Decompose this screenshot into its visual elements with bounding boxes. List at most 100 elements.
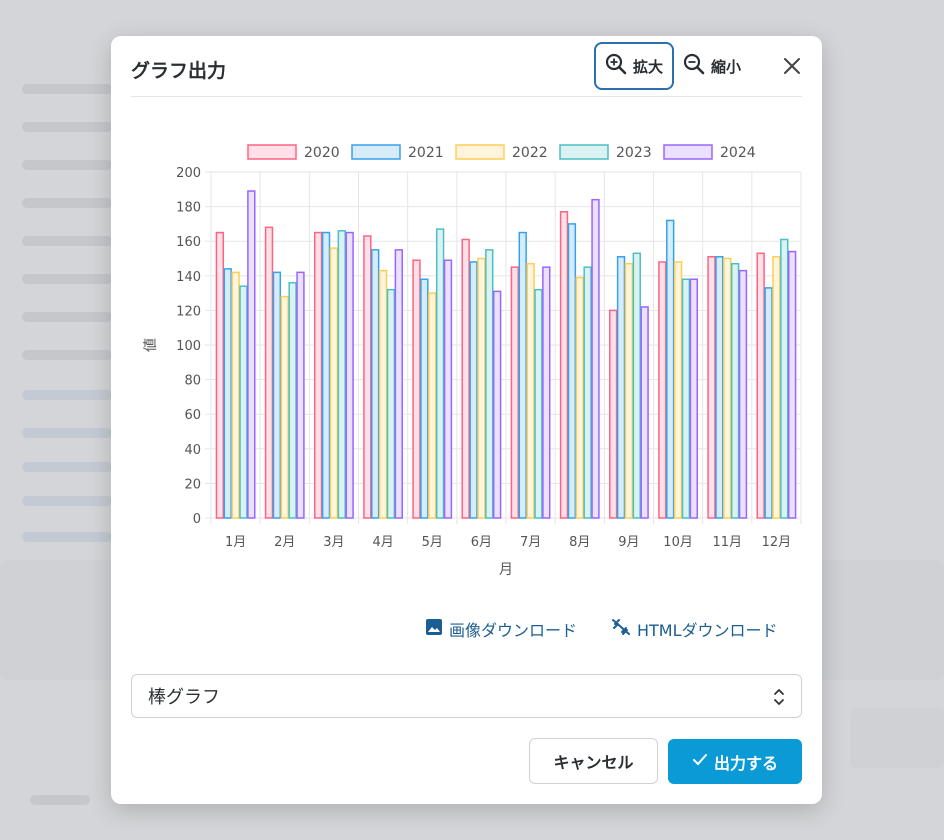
link-off-icon (611, 618, 631, 640)
modal-title: グラフ出力 (131, 60, 227, 82)
bar-2023-5月 (435, 228, 445, 519)
bar-2023-7月 (534, 288, 543, 519)
bar-2022-3月 (329, 247, 339, 519)
bar-2020-7月 (510, 266, 520, 519)
bar-2020-4月 (363, 235, 372, 519)
legend-swatch-2023 (559, 144, 609, 160)
bar-2022-4月 (378, 269, 388, 519)
y-tick-label: 160 (176, 235, 201, 250)
bar-2020-10月 (658, 261, 667, 519)
zoom-in-icon (605, 53, 627, 79)
bar-2023-9月 (632, 252, 641, 519)
zoom-in-button[interactable]: 拡大 (594, 42, 674, 90)
bar-2024-3月 (345, 231, 354, 519)
bar-2024-5月 (443, 259, 453, 519)
x-tick-label: 2月 (274, 535, 295, 550)
bar-2020-2月 (264, 226, 274, 519)
bar-2021-10月 (666, 219, 675, 519)
bar-2020-1月 (215, 231, 225, 519)
bar-2022-6月 (477, 257, 486, 519)
zoom-out-icon (683, 53, 705, 79)
bar-2023-1月 (239, 285, 248, 519)
legend-swatch-2020 (247, 144, 297, 160)
bar-2024-9月 (640, 306, 649, 519)
download-image-label: 画像ダウンロード (449, 621, 578, 640)
x-axis-title: 月 (499, 562, 513, 578)
bar-2024-7月 (542, 266, 551, 519)
y-axis-title: 値 (143, 338, 159, 352)
bar-2024-11月 (738, 269, 748, 519)
y-tick-label: 40 (184, 443, 201, 458)
y-tick-label: 140 (176, 270, 201, 285)
bar-2020-9月 (609, 309, 618, 519)
x-tick-label: 11月 (712, 535, 742, 550)
y-tick-label: 180 (176, 201, 201, 216)
download-image-link[interactable]: 画像ダウンロード (425, 618, 577, 640)
legend-label: 2021 (408, 145, 444, 161)
bar-2022-8月 (575, 276, 584, 519)
y-tick-label: 200 (176, 166, 201, 181)
x-tick-label: 4月 (372, 535, 393, 550)
bar-2024-4月 (394, 249, 403, 519)
bar-2023-2月 (288, 281, 297, 519)
bar-2021-7月 (518, 231, 527, 519)
chart-type-value: 棒グラフ (148, 687, 220, 708)
bar-2022-2月 (280, 295, 289, 519)
bar-2023-4月 (386, 288, 396, 519)
close-button[interactable] (780, 54, 804, 78)
y-tick-label: 20 (184, 477, 201, 492)
y-tick-label: 0 (193, 512, 201, 527)
bar-2021-5月 (420, 278, 429, 519)
chart-type-select[interactable]: 棒グラフ (131, 674, 802, 718)
submit-button[interactable]: 出力する (668, 739, 802, 784)
bar-2024-6月 (492, 290, 502, 519)
bar-2020-8月 (559, 211, 569, 519)
x-tick-label: 3月 (323, 535, 344, 550)
y-tick-label: 60 (184, 408, 201, 423)
select-arrows-icon (773, 687, 785, 712)
bar-2022-7月 (526, 262, 535, 519)
bar-2020-5月 (412, 259, 421, 519)
x-tick-label: 5月 (422, 535, 443, 550)
legend-label: 2024 (720, 145, 756, 161)
submit-label: 出力する (713, 753, 778, 773)
download-html-label: HTMLダウンロード (637, 621, 778, 640)
x-tick-label: 8月 (569, 535, 590, 550)
bar-2022-10月 (673, 261, 683, 519)
bar-2023-6月 (485, 249, 494, 519)
image-icon (425, 618, 443, 640)
bar-2021-9月 (616, 256, 626, 519)
bar-2024-2月 (296, 271, 305, 519)
zoom-out-button[interactable]: 縮小 (683, 42, 753, 90)
x-tick-label: 1月 (225, 535, 246, 550)
bar-2023-12月 (780, 238, 789, 519)
zoom-out-label: 縮小 (711, 57, 742, 76)
bar-chart: 0 20 40 60 80 100 120 140 160 180 200 1月 2月 3月 4月 5月 6月 7… (143, 144, 802, 578)
cancel-button[interactable]: キャンセル (529, 738, 658, 784)
bar-2021-4月 (371, 249, 380, 519)
bar-2023-11月 (730, 262, 740, 519)
chart-container: 0 20 40 60 80 100 120 140 160 180 200 1月 2月 3月 4月 5月 6月 7… (137, 132, 807, 587)
bar-2022-9月 (624, 262, 634, 519)
legend-label: 2023 (616, 145, 652, 161)
bar-2022-1月 (231, 271, 240, 519)
bar-2023-8月 (583, 266, 592, 519)
y-tick-label: 100 (176, 339, 201, 354)
download-html-link[interactable]: HTMLダウンロード (611, 618, 778, 640)
bar-2021-11月 (715, 256, 724, 519)
bar-2021-2月 (272, 271, 282, 519)
bar-2020-6月 (461, 238, 470, 519)
legend-label: 2020 (304, 145, 340, 161)
y-tick-label: 80 (184, 374, 201, 389)
close-icon (784, 58, 800, 74)
bar-2021-8月 (567, 223, 577, 519)
bar-2022-12月 (772, 256, 781, 519)
zoom-in-label: 拡大 (633, 57, 664, 76)
bar-2020-12月 (756, 252, 765, 519)
legend-swatch-2022 (455, 144, 505, 160)
bar-2020-3月 (314, 231, 323, 519)
x-tick-label: 6月 (471, 535, 492, 550)
bar-2024-1月 (247, 190, 256, 519)
bar-2020-11月 (707, 256, 716, 519)
bar-2021-6月 (469, 261, 478, 519)
